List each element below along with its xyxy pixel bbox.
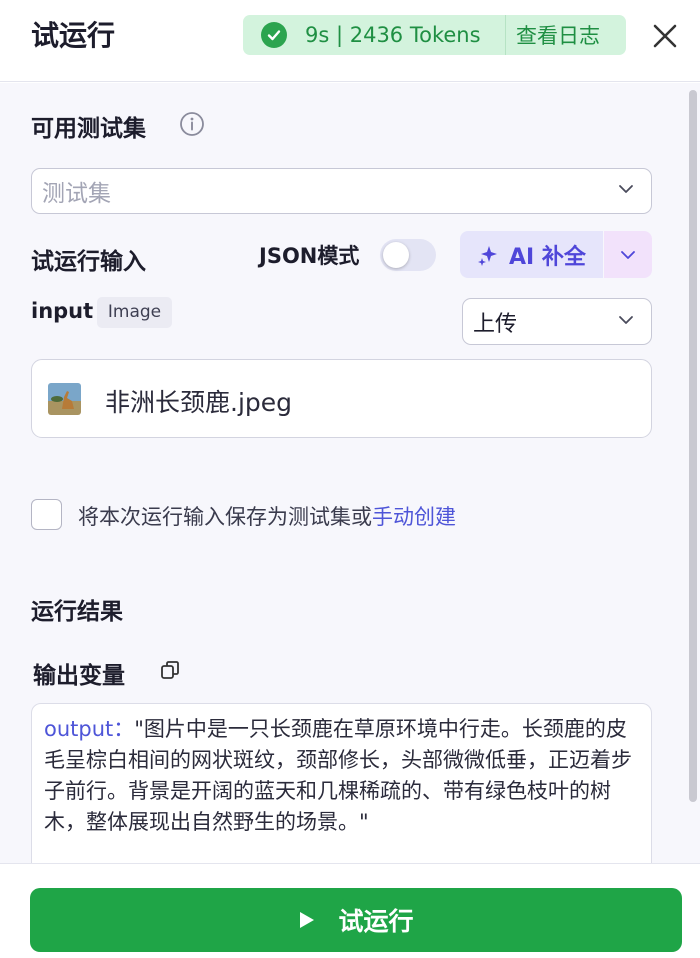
uploaded-file-card[interactable]: 非洲长颈鹿.jpeg bbox=[31, 359, 652, 438]
run-status-badge: 9s | 2436 Tokens 查看日志 bbox=[243, 15, 626, 55]
save-as-testset-label: 将本次运行输入保存为测试集或手动创建 bbox=[78, 501, 456, 531]
output-key: output： bbox=[44, 717, 135, 741]
run-result-label: 运行结果 bbox=[31, 599, 123, 625]
ai-complete-dropdown[interactable] bbox=[604, 231, 652, 278]
ai-complete-button[interactable]: AI 补全 bbox=[460, 231, 603, 278]
badge-divider bbox=[505, 15, 506, 55]
panel-title: 试运行 bbox=[31, 19, 116, 52]
input-source-select[interactable]: 上传 bbox=[462, 298, 652, 345]
testset-select[interactable]: 测试集 bbox=[31, 168, 652, 214]
chevron-down-icon bbox=[621, 250, 635, 259]
header: 试运行 9s | 2436 Tokens 查看日志 bbox=[0, 0, 700, 82]
close-button[interactable] bbox=[651, 22, 679, 50]
run-metrics: 9s | 2436 Tokens bbox=[305, 23, 481, 47]
chevron-down-icon bbox=[617, 311, 635, 333]
input-type-tag: Image bbox=[97, 297, 172, 328]
scrollbar[interactable] bbox=[689, 90, 697, 802]
ai-complete-label: AI 补全 bbox=[509, 244, 586, 270]
toggle-knob bbox=[383, 242, 409, 268]
copy-icon[interactable] bbox=[160, 660, 180, 680]
run-input-label: 试运行输入 bbox=[31, 249, 146, 275]
run-button[interactable]: 试运行 bbox=[30, 888, 682, 952]
testset-label: 可用测试集 bbox=[31, 116, 146, 142]
input-variable-name: input bbox=[31, 299, 94, 323]
footer: 试运行 bbox=[0, 863, 700, 958]
save-as-testset-text: 将本次运行输入保存为测试集或 bbox=[78, 505, 372, 529]
info-icon[interactable] bbox=[179, 111, 205, 137]
chevron-down-icon bbox=[617, 180, 635, 202]
json-mode-toggle[interactable] bbox=[380, 239, 436, 271]
success-check-icon bbox=[261, 22, 287, 48]
manual-create-link[interactable]: 手动创建 bbox=[372, 505, 456, 529]
save-as-testset-checkbox[interactable] bbox=[31, 499, 62, 530]
image-thumbnail-icon bbox=[48, 383, 81, 415]
input-source-value: 上传 bbox=[473, 311, 518, 337]
json-mode-label: JSON模式 bbox=[259, 244, 360, 268]
file-name: 非洲长颈鹿.jpeg bbox=[105, 388, 293, 417]
output-variable-label: 输出变量 bbox=[33, 663, 125, 689]
sparkle-icon bbox=[477, 244, 499, 266]
view-log-link[interactable]: 查看日志 bbox=[516, 20, 600, 50]
play-icon bbox=[300, 912, 315, 928]
close-icon bbox=[653, 24, 677, 48]
testset-placeholder: 测试集 bbox=[42, 181, 111, 207]
run-button-label: 试运行 bbox=[338, 907, 414, 936]
